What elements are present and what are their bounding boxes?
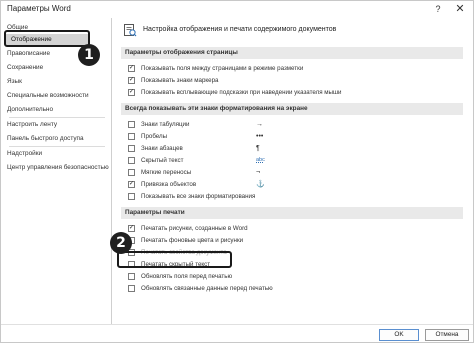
ok-button[interactable]: OK [379,329,419,341]
option-label: Печатать фоновые цвета и рисунки [141,237,244,244]
option-label: Знаки табуляции [141,121,190,128]
checkbox-checked[interactable]: ✓ [128,89,135,96]
section-printing-header: Параметры печати [121,207,463,219]
options-dialog: Параметры Word ? ✕ Общие Отображение Пра… [0,0,474,343]
sidebar-item-language[interactable]: Язык [7,76,22,88]
page-title: Настройка отображения и печати содержимо… [143,26,337,33]
option-label: Показывать знаки маркера [141,77,219,84]
space-dots-icon: ••• [256,133,264,140]
option-label: Привязка объектов [141,181,197,188]
sidebar-item-save[interactable]: Сохранение [7,62,43,74]
anchor-icon: ⚓ [256,181,265,188]
hidden-text-icon: abc [256,157,265,163]
optional-hyphen-icon: ¬ [256,169,261,176]
option-label: Мягкие переносы [141,169,192,176]
highlight-box-display [4,30,90,47]
sidebar-item-accessibility[interactable]: Специальные возможности [7,90,89,102]
title-bar: Параметры Word ? ✕ [1,1,473,18]
option-label: Обновлять связанные данные перед печатью [141,285,273,292]
checkbox-unchecked[interactable] [128,157,135,164]
option-label: Скрытый текст [141,157,184,164]
checkbox-unchecked[interactable] [128,145,135,152]
sidebar-item-advanced[interactable]: Дополнительно [7,104,53,116]
sidebar-item-quick-access-toolbar[interactable]: Панель быстрого доступа [7,133,84,145]
option-label: Показывать поля между страницами в режим… [141,65,304,72]
checkbox-checked[interactable]: ✓ [128,181,135,188]
close-button[interactable]: ✕ [453,2,467,16]
sidebar-divider [9,117,105,118]
window-title: Параметры Word [7,4,71,13]
display-settings-panel: Настройка отображения и печати содержимо… [119,18,468,324]
option-label: Пробелы [141,133,168,140]
tab-arrow-icon: → [256,121,263,128]
option-label: Печатать рисунки, созданные в Word [141,225,248,232]
option-label: Показывать всплывающие подсказки при нав… [141,89,342,96]
highlight-box-hidden-text [117,251,232,268]
option-label: Показывать все знаки форматирования [141,193,256,200]
checkbox-checked[interactable]: ✓ [128,65,135,72]
sidebar-item-add-ins[interactable]: Надстройки [7,148,42,160]
checkbox-unchecked[interactable] [128,133,135,140]
checkbox-unchecked[interactable] [128,169,135,176]
checkbox-unchecked[interactable] [128,273,135,280]
checkbox-unchecked[interactable] [128,121,135,128]
checkbox-unchecked[interactable] [128,285,135,292]
dialog-footer: OK Отмена [1,324,473,343]
step-badge-2: 2 [110,232,132,254]
checkbox-checked[interactable]: ✓ [128,77,135,84]
sidebar-item-customize-ribbon[interactable]: Настроить ленту [7,119,57,131]
option-label: Знаки абзацев [141,145,183,152]
display-settings-icon [124,24,137,37]
sidebar-item-trust-center[interactable]: Центр управления безопасностью [7,162,109,174]
categories-sidebar: Общие Отображение Правописание Сохранени… [3,18,112,324]
section-formatting-marks-header: Всегда показывать эти знаки форматирован… [121,103,463,115]
help-button[interactable]: ? [431,2,445,16]
cancel-button[interactable]: Отмена [425,329,469,341]
checkbox-unchecked[interactable] [128,193,135,200]
section-page-display-header: Параметры отображения страницы [121,47,463,59]
step-badge-1: 1 [78,44,100,66]
sidebar-divider [9,146,105,147]
sidebar-item-proofing[interactable]: Правописание [7,48,50,60]
checkbox-checked[interactable]: ✓ [128,225,135,232]
option-label: Обновлять поля перед печатью [141,273,233,280]
pilcrow-icon: ¶ [256,145,260,152]
